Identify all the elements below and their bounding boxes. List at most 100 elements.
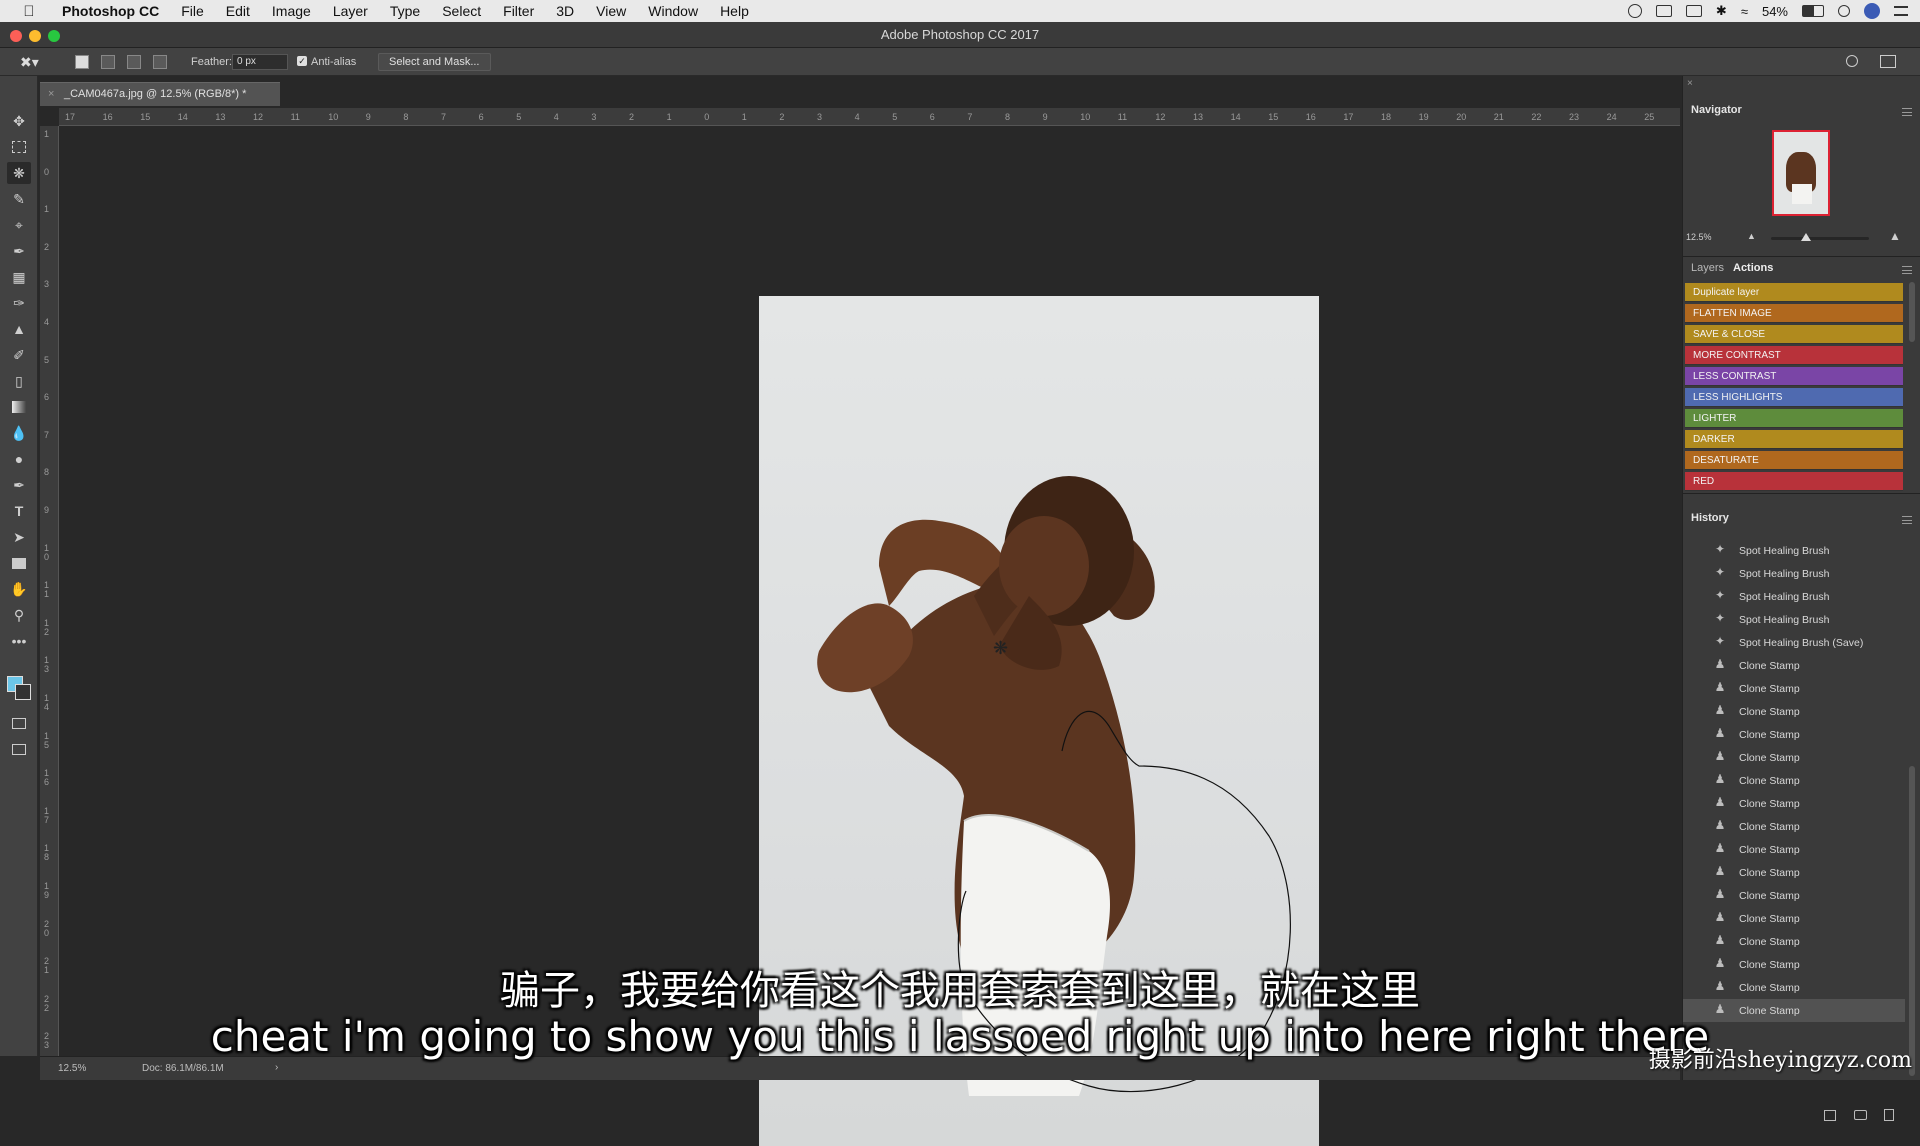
select-and-mask-button[interactable]: Select and Mask... (378, 53, 491, 71)
pen-tool-icon[interactable]: ✒ (7, 474, 31, 496)
panel-collapse-icon[interactable]: × (1687, 78, 1693, 89)
history-state[interactable]: ♟ Clone Stamp (1683, 792, 1905, 815)
feather-input[interactable]: 0 px (232, 54, 288, 70)
subtract-from-selection-icon[interactable] (127, 55, 141, 69)
menu-file[interactable]: File (170, 3, 215, 19)
clone-stamp-tool-icon[interactable]: ▲ (7, 318, 31, 340)
actions-menu-icon[interactable] (1902, 266, 1912, 274)
tab-layers[interactable]: Layers (1691, 262, 1724, 274)
menu-select[interactable]: Select (431, 3, 492, 19)
zoom-out-icon[interactable]: ▲ (1747, 231, 1756, 241)
actions-scrollbar[interactable] (1909, 282, 1915, 342)
intersect-selection-icon[interactable] (153, 55, 167, 69)
history-state[interactable]: ✦ Spot Healing Brush (1683, 608, 1905, 631)
history-state[interactable]: ♟ Clone Stamp (1683, 700, 1905, 723)
menu-help[interactable]: Help (709, 3, 760, 19)
airplay-icon[interactable] (1685, 5, 1702, 17)
eyedropper-tool-icon[interactable]: ✒ (7, 240, 31, 262)
history-state[interactable]: ✦ Spot Healing Brush (1683, 585, 1905, 608)
marquee-tool-icon[interactable] (7, 136, 31, 158)
background-color-swatch[interactable] (15, 684, 31, 700)
display-icon[interactable] (1655, 5, 1672, 17)
history-state[interactable]: ✦ Spot Healing Brush (1683, 562, 1905, 585)
menu-image[interactable]: Image (261, 3, 322, 19)
quick-mask-icon[interactable] (7, 712, 31, 734)
menu-view[interactable]: View (585, 3, 637, 19)
zoom-in-icon[interactable]: ▲ (1889, 229, 1901, 243)
history-state[interactable]: ♟ Clone Stamp (1683, 746, 1905, 769)
menu-window[interactable]: Window (637, 3, 709, 19)
more-tools-icon[interactable]: ••• (7, 630, 31, 652)
history-state[interactable]: ♟ Clone Stamp (1683, 677, 1905, 700)
ruler-horizontal[interactable]: 17 16 15 14 13 12 11 10 9 8 7 6 5 4 3 2 1 0 1 2 3 4 5 6 7 8 9 10 11 1… (59, 108, 1680, 126)
history-state[interactable]: ✦ Spot Healing Brush (1683, 539, 1905, 562)
menu-3d[interactable]: 3D (545, 3, 585, 19)
search-icon[interactable] (1846, 55, 1858, 67)
history-state[interactable]: ♟ Clone Stamp (1683, 654, 1905, 677)
action-item[interactable]: LESS CONTRAST (1685, 367, 1903, 386)
action-item[interactable]: LESS HIGHLIGHTS (1685, 388, 1903, 407)
navigator-menu-icon[interactable] (1902, 108, 1912, 116)
quick-selection-tool-icon[interactable]: ✎ (7, 188, 31, 210)
history-state[interactable]: ♟ Clone Stamp (1683, 884, 1905, 907)
antialias-checkbox[interactable]: ✓ (297, 56, 307, 66)
action-item[interactable]: SAVE & CLOSE (1685, 325, 1903, 344)
document-tab[interactable]: × _CAM0467a.jpg @ 12.5% (RGB/8*) * (40, 82, 280, 106)
history-state[interactable]: ♟ Clone Stamp (1683, 723, 1905, 746)
workspace-switcher-icon[interactable] (1880, 55, 1896, 68)
user-avatar-icon[interactable] (1864, 3, 1880, 19)
crop-tool-icon[interactable]: ⌖ (7, 214, 31, 236)
navigator-zoom-slider[interactable] (1771, 233, 1869, 241)
history-state[interactable]: ♟ Clone Stamp (1683, 861, 1905, 884)
action-item[interactable]: LIGHTER (1685, 409, 1903, 428)
dodge-tool-icon[interactable]: ● (7, 448, 31, 470)
move-tool-icon[interactable]: ✥ (7, 110, 31, 132)
action-item[interactable]: DARKER (1685, 430, 1903, 449)
status-zoom[interactable]: 12.5% (58, 1063, 86, 1074)
history-state[interactable]: ♟ Clone Stamp (1683, 838, 1905, 861)
zoom-tool-icon[interactable]: ⚲ (7, 604, 31, 626)
navigator-thumbnail[interactable] (1772, 130, 1830, 216)
navigator-zoom-value[interactable]: 12.5% (1686, 232, 1712, 242)
history-state[interactable]: ♟ Clone Stamp (1683, 907, 1905, 930)
document-canvas[interactable]: ❋ (59, 126, 1680, 1146)
battery-icon[interactable] (1802, 5, 1824, 17)
type-tool-icon[interactable]: T (7, 500, 31, 522)
history-state[interactable]: ✦ Spot Healing Brush (Save) (1683, 631, 1905, 654)
close-document-icon[interactable]: × (48, 88, 54, 100)
menu-filter[interactable]: Filter (492, 3, 545, 19)
gradient-tool-icon[interactable] (7, 396, 31, 418)
status-menu-arrow-icon[interactable]: › (275, 1062, 278, 1073)
spotlight-search-icon[interactable] (1838, 5, 1850, 17)
zoom-slider-handle[interactable] (1801, 233, 1811, 241)
delete-state-icon[interactable] (1884, 1109, 1894, 1121)
notification-list-icon[interactable] (1894, 6, 1908, 16)
rectangle-tool-icon[interactable] (7, 552, 31, 574)
path-selection-tool-icon[interactable]: ➤ (7, 526, 31, 548)
healing-brush-tool-icon[interactable]: ▦ (7, 266, 31, 288)
menu-app-name[interactable]: Photoshop CC (48, 3, 170, 19)
history-brush-tool-icon[interactable]: ✐ (7, 344, 31, 366)
action-item[interactable]: RED (1685, 472, 1903, 491)
lasso-tool-preset-icon[interactable]: ✖▾ (20, 54, 46, 70)
lasso-tool-icon[interactable]: ❋ (7, 162, 31, 184)
apple-icon[interactable]:  (20, 2, 38, 20)
new-document-from-state-icon[interactable] (1824, 1110, 1836, 1121)
tab-actions[interactable]: Actions (1733, 262, 1773, 274)
new-snapshot-icon[interactable] (1854, 1110, 1867, 1120)
history-state[interactable]: ♟ Clone Stamp (1683, 769, 1905, 792)
eraser-tool-icon[interactable]: ▯ (7, 370, 31, 392)
action-item[interactable]: FLATTEN IMAGE (1685, 304, 1903, 323)
ruler-vertical[interactable]: 101234567891 01 11 21 31 41 51 61 71 81 … (40, 126, 59, 1056)
menu-type[interactable]: Type (379, 3, 431, 19)
history-title[interactable]: History (1691, 512, 1729, 524)
brush-tool-icon[interactable]: ✑ (7, 292, 31, 314)
action-item[interactable]: DESATURATE (1685, 451, 1903, 470)
history-state[interactable]: ♟ Clone Stamp (1683, 815, 1905, 838)
blur-tool-icon[interactable]: 💧 (7, 422, 31, 444)
menu-edit[interactable]: Edit (215, 3, 261, 19)
menu-layer[interactable]: Layer (322, 3, 379, 19)
history-state[interactable]: ♟ Clone Stamp (1683, 930, 1905, 953)
creative-cloud-icon[interactable] (1627, 4, 1642, 18)
bluetooth-icon[interactable]: ✱ (1716, 3, 1727, 19)
